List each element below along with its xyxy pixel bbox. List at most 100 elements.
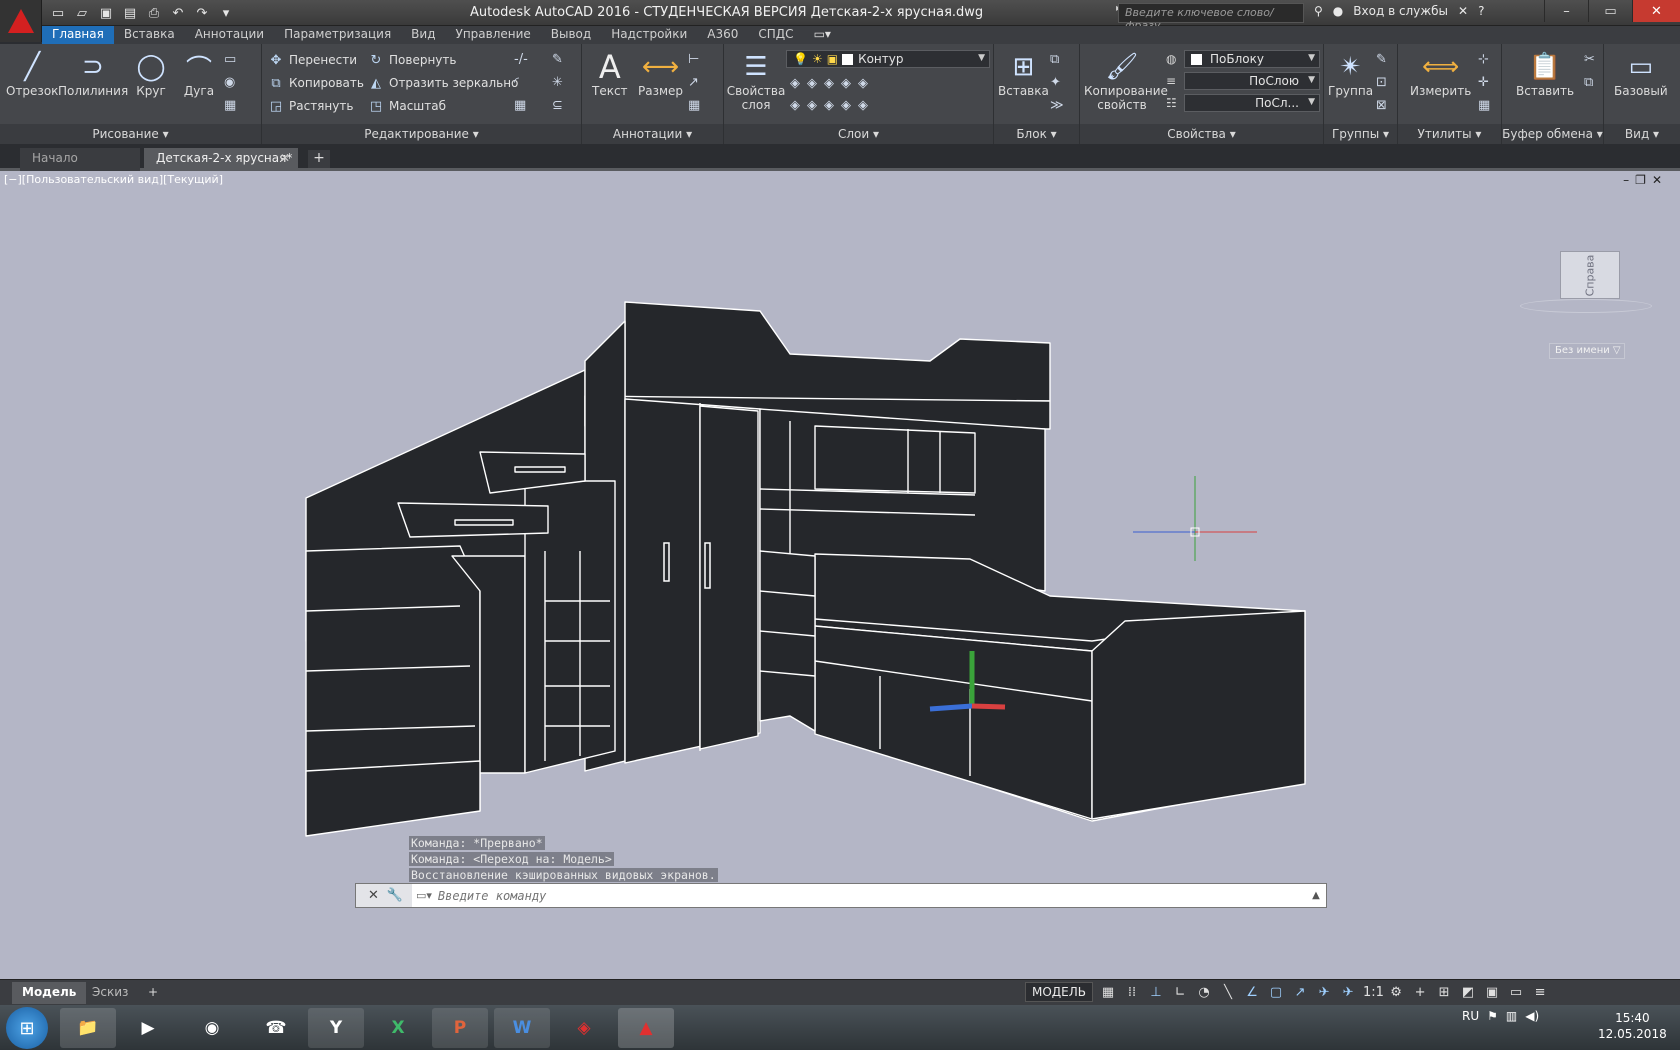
attribute-icon[interactable]: ≫ [1050, 98, 1064, 113]
color-dropdown[interactable]: ПоБлоку ▼ [1184, 50, 1320, 68]
language-indicator[interactable]: RU [1462, 1009, 1479, 1023]
arc-button[interactable]: ⌒ Дуга [182, 50, 216, 99]
group-select-icon[interactable]: ⊠ [1376, 98, 1387, 113]
start-button[interactable]: ⊞ [6, 1007, 48, 1049]
table-icon[interactable]: ▦ [688, 98, 700, 113]
clipboard-panel-label[interactable]: Буфер обмена ▾ [1502, 124, 1603, 144]
app-red-icon[interactable]: ◈ [556, 1008, 612, 1048]
close-icon[interactable]: ✕ [1632, 0, 1680, 22]
clock[interactable]: 15:40 12.05.2018 [1598, 1010, 1667, 1042]
model-space-toggle[interactable]: МОДЕЛЬ [1025, 982, 1094, 1002]
sign-in-link[interactable]: Вход в службы [1353, 4, 1448, 18]
view-panel-label[interactable]: Вид ▾ [1604, 124, 1680, 144]
qat-menu-icon[interactable]: ▾ [216, 4, 236, 22]
annotation-panel-label[interactable]: Аннотации ▾ [582, 124, 723, 144]
ungroup-icon[interactable]: ✎ [1376, 52, 1387, 67]
erase-icon[interactable]: ✎ [552, 52, 563, 67]
volume-icon[interactable]: ◀) [1525, 1009, 1539, 1023]
leader-icon[interactable]: ↗ [688, 75, 700, 90]
lineweight-dropdown[interactable]: ПоСл... ▼ [1184, 94, 1320, 112]
layer-dropdown[interactable]: 💡 ☀ ▣ Контур ▼ [786, 50, 990, 68]
rectangle-icon[interactable]: ▭ [224, 52, 236, 67]
print-icon[interactable]: ⎙ [144, 4, 164, 22]
explorer-icon[interactable]: 📁 [60, 1008, 116, 1048]
customize-menu-icon[interactable]: ≡ [1531, 985, 1549, 1000]
tab-parametric[interactable]: Параметризация [274, 26, 401, 44]
hatch-icon[interactable]: ◉ [224, 75, 236, 90]
exchange-icon[interactable]: ✕ [1458, 4, 1468, 18]
groups-panel-label[interactable]: Группы ▾ [1324, 124, 1397, 144]
explode-icon[interactable]: ✳ [552, 75, 563, 90]
chrome-icon[interactable]: ◉ [184, 1008, 240, 1048]
add-layout-icon[interactable]: + [138, 982, 168, 1004]
group-button[interactable]: ✴ Группа [1328, 50, 1373, 98]
copy-button[interactable]: ⧉ Копировать [268, 75, 364, 91]
layer-freeze-icon[interactable]: ◈ [824, 76, 834, 91]
flag-icon[interactable]: ⚑ [1487, 1009, 1498, 1023]
powerpoint-icon[interactable]: P [432, 1008, 488, 1048]
quick-select-icon[interactable]: ⊹ [1478, 52, 1490, 67]
open-file-icon[interactable]: ▱ [72, 4, 92, 22]
isolate-objects-icon[interactable]: ◩ [1459, 985, 1477, 1000]
osnap-tracking-icon[interactable]: ∠ [1243, 985, 1261, 1000]
viber-icon[interactable]: ☎ [248, 1008, 304, 1048]
close-cmd-icon[interactable]: ✕ [368, 888, 379, 903]
viewcube-compass[interactable] [1520, 299, 1652, 313]
command-history-expand-icon[interactable]: ▲ [1306, 890, 1326, 901]
linear-dim-icon[interactable]: ⊢ [688, 52, 700, 67]
trim-icon[interactable]: -/- [514, 52, 528, 67]
grid-icon[interactable]: ▦ [1099, 985, 1117, 1000]
layer-current-icon[interactable]: ◈ [858, 98, 868, 113]
ribbon-toggle-icon[interactable]: ▭▾ [804, 26, 841, 44]
layer-unisolate-icon[interactable]: ◈ [807, 98, 817, 113]
layer-lock-icon[interactable]: ◈ [841, 76, 851, 91]
copy-clip-icon[interactable]: ⧉ [1584, 75, 1595, 90]
save-icon[interactable]: ▣ [96, 4, 116, 22]
base-view-button[interactable]: ▭ Базовый [1614, 50, 1668, 98]
layer-thaw-icon[interactable]: ◈ [824, 98, 834, 113]
linetype-dropdown[interactable]: ПоСлою ▼ [1184, 72, 1320, 90]
gear-icon[interactable]: ⚙ [1387, 985, 1405, 1000]
network-icon[interactable]: ▥ [1506, 1009, 1517, 1023]
create-block-icon[interactable]: ⧉ [1050, 52, 1064, 67]
tab-insert[interactable]: Вставка [114, 26, 185, 44]
drawing-viewport[interactable]: [−][Пользовательский вид][Текущий] – ❐ ✕… [0, 171, 1680, 979]
plus-icon[interactable]: + [1411, 985, 1429, 1000]
tab-drawing[interactable]: Детская-2-х ярусная* ✕ [144, 148, 298, 171]
tab-addins[interactable]: Надстройки [601, 26, 697, 44]
dimension-button[interactable]: ⟷ Размер [638, 50, 683, 98]
insert-block-button[interactable]: ⊞ Вставка [998, 50, 1049, 98]
scale-button[interactable]: ◳ Масштаб [368, 98, 446, 114]
array-icon[interactable]: ▦ [514, 98, 528, 113]
search-input[interactable]: Введите ключевое слово/фразу [1118, 3, 1304, 32]
hardware-acceleration-icon[interactable]: ▣ [1483, 985, 1501, 1000]
annotation-scale-text[interactable]: 1:1 [1363, 985, 1384, 1000]
viewport-label[interactable]: [−][Пользовательский вид][Текущий] [4, 173, 223, 186]
layer-on-icon[interactable]: ◈ [790, 98, 800, 113]
named-view-dropdown[interactable]: Без имени ▽ [1549, 343, 1625, 359]
quick-properties-icon[interactable]: ⊞ [1435, 985, 1453, 1000]
region-icon[interactable]: ▦ [224, 98, 236, 113]
lineweight-toggle-icon[interactable]: ↗ [1291, 985, 1309, 1000]
edit-block-icon[interactable]: ✦ [1050, 75, 1064, 90]
binoculars-icon[interactable]: ⚲ [1314, 4, 1323, 18]
block-panel-label[interactable]: Блок ▾ [994, 124, 1079, 144]
osnap-icon[interactable]: ▢ [1267, 985, 1285, 1000]
snap-icon[interactable]: ⁞⁞ [1123, 985, 1141, 1000]
layer-isolate-icon[interactable]: ◈ [807, 76, 817, 91]
help-icon[interactable]: ? [1478, 4, 1484, 18]
close-tab-icon[interactable]: ✕ [280, 151, 290, 165]
utilities-panel-label[interactable]: Утилиты ▾ [1398, 124, 1501, 144]
clean-screen-icon[interactable]: ▭ [1507, 985, 1525, 1000]
excel-icon[interactable]: X [370, 1008, 426, 1048]
layer-off-icon[interactable]: ◈ [790, 76, 800, 91]
layers-panel-label[interactable]: Слои ▾ [724, 124, 993, 144]
tab-output[interactable]: Вывод [541, 26, 601, 44]
viewcube[interactable]: Справа [1560, 251, 1620, 299]
vp-minimize-icon[interactable]: – [1623, 173, 1629, 187]
vp-restore-icon[interactable]: ❐ [1635, 173, 1646, 187]
infer-constraints-icon[interactable]: ⊥ [1147, 985, 1165, 1000]
annotation-visibility-icon[interactable]: ✈ [1315, 985, 1333, 1000]
layer-properties-button[interactable]: ☰ Свойства слоя [726, 50, 786, 112]
prompt-icon[interactable]: ▭▾ [412, 889, 432, 902]
